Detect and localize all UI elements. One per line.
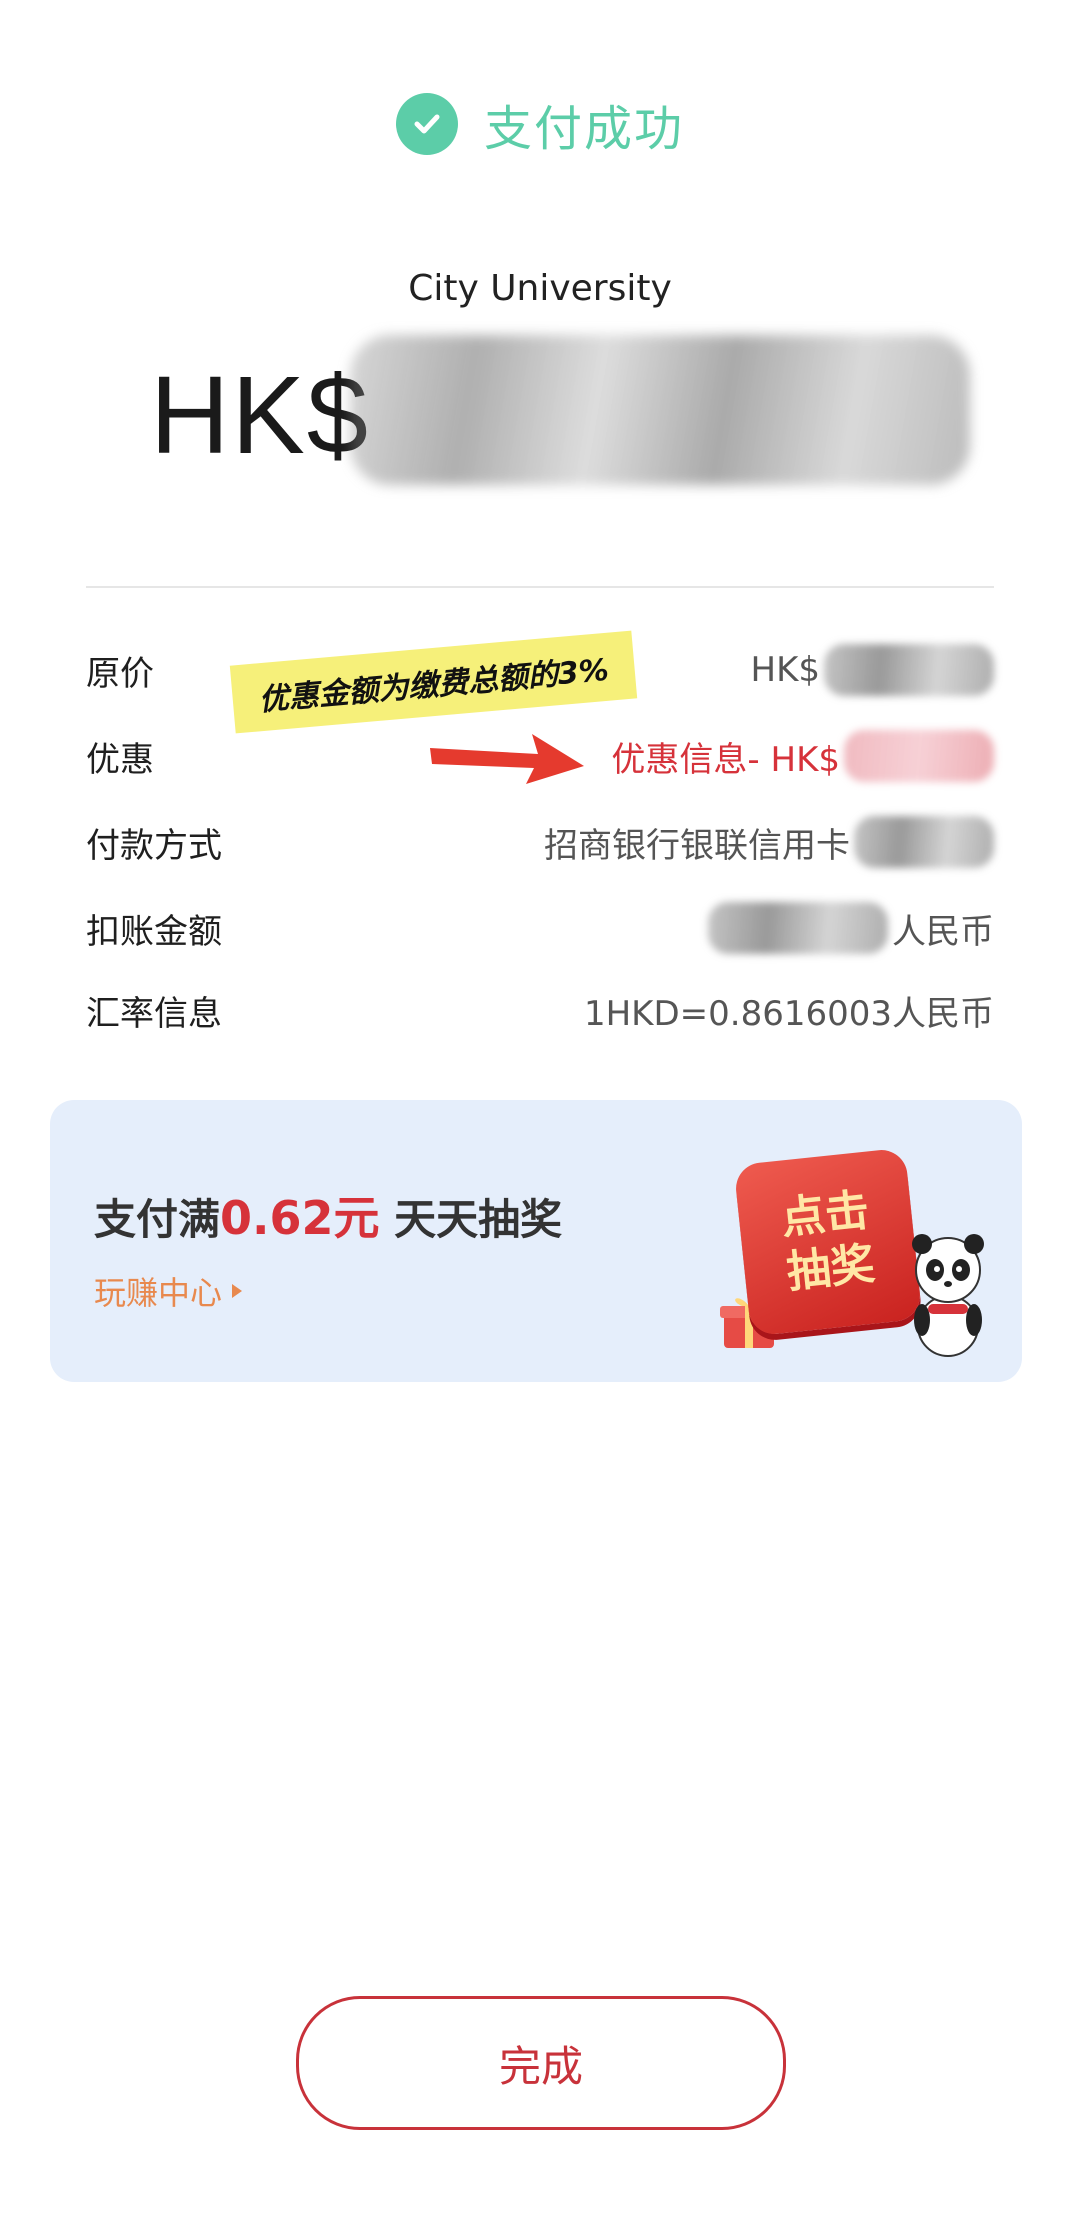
merchant-name: City University: [408, 268, 672, 309]
draw-button-line1: 点击: [778, 1184, 872, 1245]
payment-status: 支付成功: [0, 84, 1080, 164]
amount: HK$: [150, 350, 370, 480]
detail-value-text: 人民币: [892, 911, 994, 952]
triangle-right-icon: [232, 1284, 243, 1298]
detail-value-text: 招商银行银联信用卡: [544, 825, 850, 866]
panda-mascot-icon: [912, 1234, 984, 1357]
promo-title-prefix: 支付满: [94, 1195, 221, 1244]
status-text: 支付成功: [483, 101, 684, 157]
detail-row-payment-method: 付款方式 招商银行银联信用卡: [86, 812, 994, 872]
promo-title-suffix: 天天抽奖: [394, 1195, 563, 1244]
detail-label: 原价: [86, 653, 154, 694]
detail-row-exchange-rate: 汇率信息 1HKD=0.8616003人民币: [86, 980, 994, 1040]
detail-label: 扣账金额: [86, 911, 222, 952]
red-arrow-icon: [430, 734, 584, 784]
detail-value: 优惠信息- HK$: [611, 730, 994, 782]
redacted-value: [824, 644, 994, 696]
detail-value: 人民币: [708, 902, 994, 954]
divider: [86, 586, 994, 588]
detail-value-text: 优惠信息- HK$: [611, 739, 840, 780]
redacted-amount: [350, 335, 970, 485]
play-earn-center-link[interactable]: 玩赚中心: [94, 1268, 244, 1314]
detail-value: HK$: [750, 644, 994, 696]
detail-label: 优惠: [86, 739, 154, 780]
detail-label: 汇率信息: [86, 993, 222, 1034]
detail-value-text: 1HKD=0.8616003人民币: [583, 993, 994, 1034]
draw-lottery-button[interactable]: 点击 抽奖: [733, 1147, 923, 1337]
promo-title-amount: 0.62元: [220, 1191, 380, 1245]
detail-value: 1HKD=0.8616003人民币: [584, 986, 994, 1035]
promo-title: 支付满0.62元 天天抽奖: [94, 1182, 562, 1248]
lottery-promo-card[interactable]: 支付满0.62元 天天抽奖 玩赚中心 点击 抽奖: [50, 1100, 1022, 1382]
done-button[interactable]: 完成: [296, 1996, 786, 2130]
detail-label: 付款方式: [86, 825, 222, 866]
draw-button-line2: 抽奖: [784, 1238, 878, 1299]
detail-value: 招商银行银联信用卡: [544, 816, 994, 868]
amount-currency: HK$: [150, 353, 370, 477]
redacted-value: [844, 730, 994, 782]
detail-value-text: HK$: [750, 650, 821, 690]
done-button-label: 完成: [498, 2041, 583, 2091]
redacted-value: [708, 902, 888, 954]
checkmark-icon: [395, 93, 458, 155]
promo-link-text: 玩赚中心: [94, 1274, 223, 1312]
redacted-value: [854, 816, 994, 868]
detail-row-debit-amount: 扣账金额 人民币: [86, 898, 994, 958]
